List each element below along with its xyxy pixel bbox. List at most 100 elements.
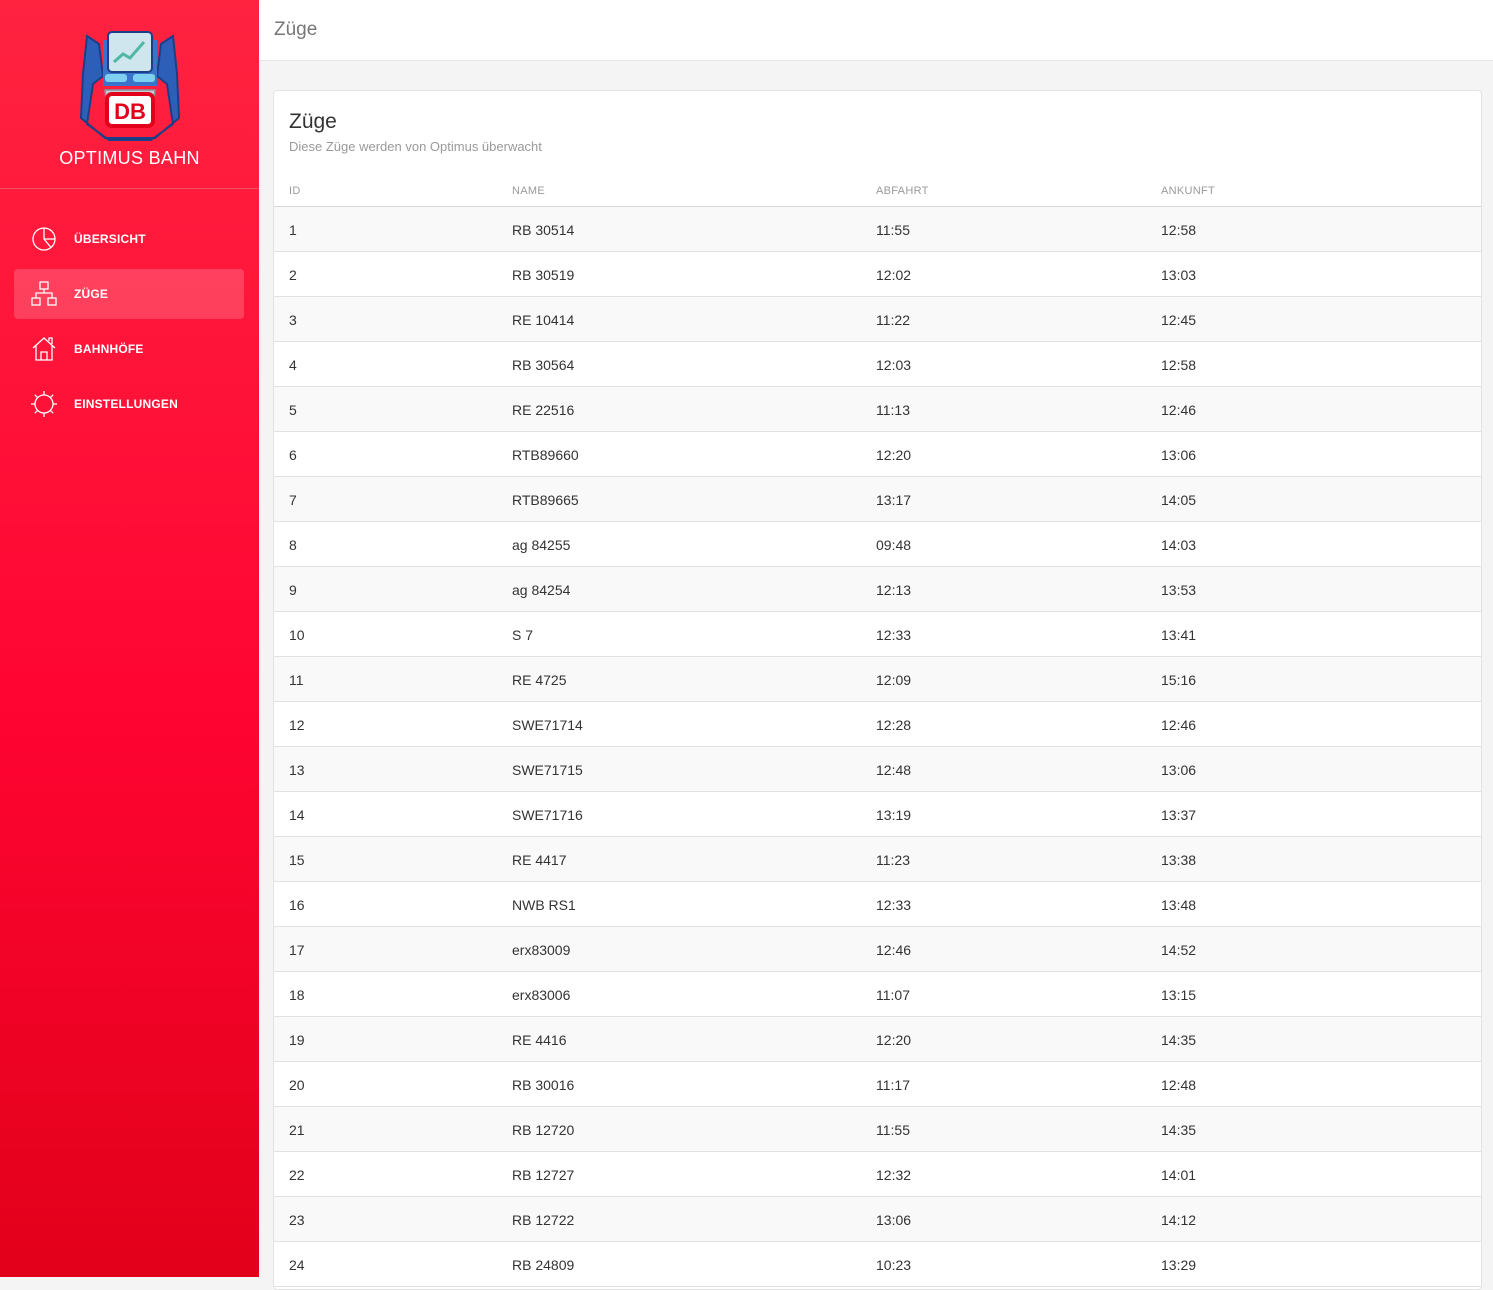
trains-card: Züge Diese Züge werden von Optimus überw… — [273, 90, 1482, 1290]
table-row[interactable]: 18 erx83006 11:07 13:15 — [274, 972, 1481, 1017]
cell-departure: 10:23 — [876, 1257, 912, 1273]
table-row[interactable]: 5 RE 22516 11:13 12:46 — [274, 387, 1481, 432]
cell-id: 15 — [289, 852, 305, 868]
cell-arrival: 14:03 — [1161, 537, 1197, 553]
cell-id: 19 — [289, 1032, 305, 1048]
cell-name: RB 12720 — [512, 1122, 575, 1138]
table-row[interactable]: 15 RE 4417 11:23 13:38 — [274, 837, 1481, 882]
table-row[interactable]: 8 ag 84255 09:48 14:03 — [274, 522, 1481, 567]
gear-icon — [30, 390, 58, 418]
sidebar-item-uebersicht[interactable]: ÜBERSICHT — [14, 214, 244, 264]
table-row[interactable]: 22 RB 12727 12:32 14:01 — [274, 1152, 1481, 1197]
table-row[interactable]: 10 S 7 12:33 13:41 — [274, 612, 1481, 657]
cell-departure: 11:55 — [876, 1122, 910, 1138]
cell-departure: 12:46 — [876, 942, 912, 958]
cell-name: SWE71714 — [512, 717, 583, 733]
cell-name: RTB89665 — [512, 492, 579, 508]
cell-arrival: 13:15 — [1161, 987, 1197, 1003]
table-row[interactable]: 14 SWE71716 13:19 13:37 — [274, 792, 1481, 837]
sidebar-item-label: ZÜGE — [74, 287, 109, 301]
top-bar: Züge — [259, 0, 1493, 61]
cell-id: 6 — [289, 447, 297, 463]
cell-arrival: 14:01 — [1161, 1167, 1197, 1183]
cell-name: RE 10414 — [512, 312, 575, 328]
page-title: Züge — [274, 19, 318, 40]
cell-departure: 12:20 — [876, 1032, 912, 1048]
column-header-arrival[interactable]: ANKUNFT — [1161, 185, 1215, 197]
cell-arrival: 13:06 — [1161, 447, 1197, 463]
table-row[interactable]: 7 RTB89665 13:17 14:05 — [274, 477, 1481, 522]
cell-arrival: 14:05 — [1161, 492, 1197, 508]
cell-departure: 12:09 — [876, 672, 912, 688]
table-row[interactable]: 20 RB 30016 11:17 12:48 — [274, 1062, 1481, 1107]
cell-name: RB 12727 — [512, 1167, 575, 1183]
column-header-id[interactable]: ID — [289, 185, 301, 197]
cell-arrival: 13:38 — [1161, 852, 1197, 868]
cell-id: 10 — [289, 627, 305, 643]
db-logo-text: DB — [114, 99, 146, 124]
table-row[interactable]: 24 RB 24809 10:23 13:29 — [274, 1242, 1481, 1287]
cell-departure: 12:32 — [876, 1167, 912, 1183]
cell-arrival: 14:35 — [1161, 1032, 1197, 1048]
table-row[interactable]: 16 NWB RS1 12:33 13:48 — [274, 882, 1481, 927]
cell-id: 16 — [289, 897, 305, 913]
table-row[interactable]: 6 RTB89660 12:20 13:06 — [274, 432, 1481, 477]
cell-id: 24 — [289, 1257, 305, 1273]
cell-id: 22 — [289, 1167, 305, 1183]
cell-departure: 11:17 — [876, 1077, 910, 1093]
hierarchy-icon — [30, 280, 58, 308]
cell-id: 13 — [289, 762, 305, 778]
table-row[interactable]: 11 RE 4725 12:09 15:16 — [274, 657, 1481, 702]
cell-arrival: 13:06 — [1161, 762, 1197, 778]
cell-departure: 09:48 — [876, 537, 912, 553]
optimus-db-logo[interactable]: DB — [65, 14, 195, 144]
column-header-name[interactable]: NAME — [512, 185, 545, 197]
cell-name: SWE71715 — [512, 762, 583, 778]
cell-name: RE 22516 — [512, 402, 575, 418]
cell-departure: 12:02 — [876, 267, 912, 283]
cell-departure: 11:23 — [876, 852, 910, 868]
cell-arrival: 13:41 — [1161, 627, 1197, 643]
table-row[interactable]: 17 erx83009 12:46 14:52 — [274, 927, 1481, 972]
cell-name: RE 4725 — [512, 672, 567, 688]
cell-departure: 13:06 — [876, 1212, 912, 1228]
table-row[interactable]: 19 RE 4416 12:20 14:35 — [274, 1017, 1481, 1062]
sidebar: DB OPTIMUS BAHN ÜBERSICHT ZÜGE BAHNHÖFE … — [0, 0, 259, 1277]
cell-arrival: 12:46 — [1161, 402, 1197, 418]
cell-id: 8 — [289, 537, 297, 553]
table-row[interactable]: 3 RE 10414 11:22 12:45 — [274, 297, 1481, 342]
sidebar-item-label: EINSTELLUNGEN — [74, 397, 178, 411]
cell-departure: 13:19 — [876, 807, 912, 823]
cell-departure: 12:03 — [876, 357, 912, 373]
cell-id: 4 — [289, 357, 297, 373]
sidebar-item-label: ÜBERSICHT — [74, 232, 146, 246]
sidebar-item-zuege[interactable]: ZÜGE — [14, 269, 244, 319]
table-row[interactable]: 21 RB 12720 11:55 14:35 — [274, 1107, 1481, 1152]
table-row[interactable]: 23 RB 12722 13:06 14:12 — [274, 1197, 1481, 1242]
column-header-departure[interactable]: ABFAHRT — [876, 185, 929, 197]
cell-name: RB 30016 — [512, 1077, 575, 1093]
cell-id: 1 — [289, 222, 297, 238]
table-row[interactable]: 4 RB 30564 12:03 12:58 — [274, 342, 1481, 387]
cell-id: 21 — [289, 1122, 305, 1138]
cell-arrival: 12:48 — [1161, 1077, 1197, 1093]
sidebar-item-einstellungen[interactable]: EINSTELLUNGEN — [14, 379, 244, 429]
cell-name: RE 4417 — [512, 852, 567, 868]
cell-departure: 11:13 — [876, 402, 910, 418]
table-row[interactable]: 1 RB 30514 11:55 12:58 — [274, 207, 1481, 252]
cell-id: 11 — [289, 672, 304, 688]
table-row[interactable]: 13 SWE71715 12:48 13:06 — [274, 747, 1481, 792]
card-title: Züge — [289, 110, 337, 133]
sidebar-item-bahnhoefe[interactable]: BAHNHÖFE — [14, 324, 244, 374]
cell-name: RB 30564 — [512, 357, 575, 373]
cell-arrival: 14:12 — [1161, 1212, 1197, 1228]
cell-departure: 12:28 — [876, 717, 912, 733]
cell-departure: 12:33 — [876, 897, 912, 913]
table-row[interactable]: 2 RB 30519 12:02 13:03 — [274, 252, 1481, 297]
cell-departure: 11:07 — [876, 987, 910, 1003]
table-row[interactable]: 12 SWE71714 12:28 12:46 — [274, 702, 1481, 747]
cell-id: 18 — [289, 987, 305, 1003]
cell-name: RB 30514 — [512, 222, 575, 238]
cell-id: 7 — [289, 492, 297, 508]
table-row[interactable]: 9 ag 84254 12:13 13:53 — [274, 567, 1481, 612]
